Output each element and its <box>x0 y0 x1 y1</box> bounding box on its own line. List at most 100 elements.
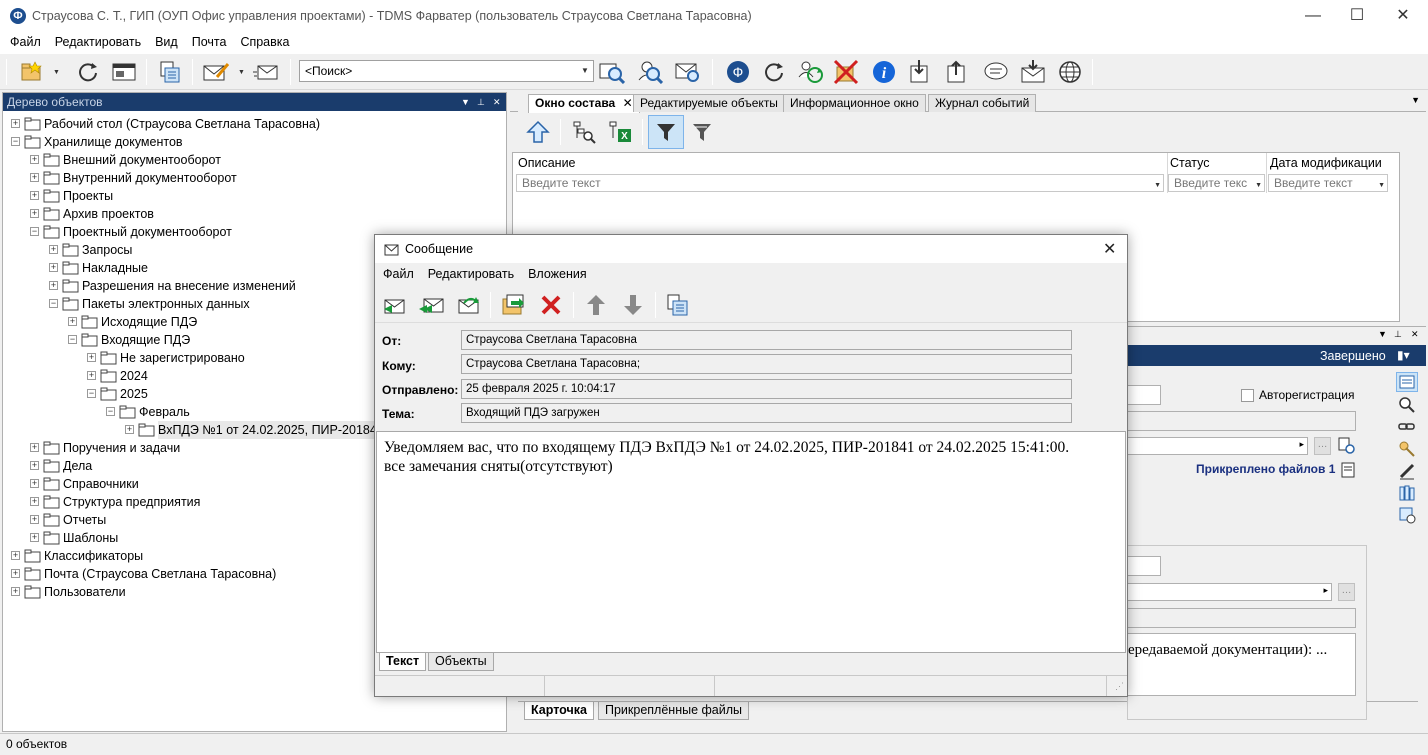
card-field-5[interactable]: ▸ <box>1127 583 1332 601</box>
home-up-icon[interactable] <box>524 118 552 146</box>
panel-menu-icon[interactable]: ▼ <box>461 93 470 111</box>
tree-item[interactable]: − Хранилище документов <box>3 133 503 151</box>
tab-text[interactable]: Текст <box>379 653 427 671</box>
menu-view[interactable]: Вид <box>148 32 185 52</box>
window-icon[interactable] <box>110 58 138 86</box>
card-field-5-browse[interactable]: … <box>1338 583 1355 601</box>
expand-icon[interactable]: + <box>30 191 39 200</box>
message-body[interactable]: Уведомляем вас, что по входящему ПДЭ ВхП… <box>376 431 1126 653</box>
card-settings-icon[interactable] <box>1398 506 1416 524</box>
card-view-icon[interactable] <box>1396 372 1418 392</box>
expand-icon[interactable]: + <box>49 263 58 272</box>
expand-icon[interactable]: + <box>125 425 134 434</box>
filter-description-input[interactable]: Введите текст ▼ <box>516 174 1164 192</box>
column-header-modified[interactable]: Дата модификации <box>1270 156 1382 170</box>
previous-arrow-icon[interactable] <box>582 291 610 319</box>
expand-icon[interactable]: + <box>30 533 39 542</box>
collapse-icon[interactable]: − <box>11 137 20 146</box>
pin-icon[interactable]: ⊥ <box>477 93 485 111</box>
info-icon[interactable]: i <box>870 58 898 86</box>
tree-item[interactable]: + Рабочий стол (Страусова Светлана Тарасо… <box>3 115 503 133</box>
expand-icon[interactable]: + <box>30 173 39 182</box>
delete-icon[interactable] <box>537 291 565 319</box>
expand-icon[interactable]: + <box>30 443 39 452</box>
tree-item[interactable]: + Проекты <box>3 187 503 205</box>
expand-icon[interactable]: + <box>30 461 39 470</box>
attached-files-count[interactable]: Прикреплено файлов 1 <box>1196 462 1335 476</box>
expand-icon[interactable]: + <box>30 515 39 524</box>
new-object-icon[interactable] <box>18 58 46 86</box>
panel-close-icon[interactable]: ✕ <box>493 93 501 111</box>
card-edit-icon[interactable] <box>1398 462 1416 480</box>
menu-help[interactable]: Справка <box>233 32 296 52</box>
reply-icon[interactable] <box>381 291 409 319</box>
expand-icon[interactable]: + <box>87 371 96 380</box>
collapse-icon[interactable]: − <box>49 299 58 308</box>
save-attachment-icon[interactable] <box>500 291 528 319</box>
filter-settings-icon[interactable] <box>688 118 716 146</box>
card-field-4[interactable] <box>1127 556 1161 576</box>
tab-card[interactable]: Карточка <box>524 702 594 720</box>
filter-modified-input[interactable]: Введите текст ▼ <box>1268 174 1388 192</box>
column-header-status[interactable]: Статус <box>1170 156 1210 170</box>
menu-edit[interactable]: Редактировать <box>48 32 148 52</box>
card-find-icon[interactable] <box>1398 396 1416 414</box>
tab-composition[interactable]: Окно состава ✕ <box>528 94 640 113</box>
refresh-icon[interactable] <box>74 58 102 86</box>
tdms-logo-icon[interactable]: Ф <box>724 58 752 86</box>
expand-icon[interactable]: + <box>11 569 20 578</box>
tab-attached-files[interactable]: Прикреплённые файлы <box>598 702 750 720</box>
expand-icon[interactable]: + <box>30 155 39 164</box>
tabs-menu-icon[interactable]: ▼ <box>1411 95 1420 105</box>
expand-icon[interactable]: + <box>11 551 20 560</box>
object-tree-icon[interactable] <box>155 58 183 86</box>
sync-icon[interactable] <box>760 58 788 86</box>
card-close-icon[interactable]: ✕ <box>1411 329 1419 340</box>
expand-icon[interactable]: + <box>11 119 20 128</box>
collapse-icon[interactable]: − <box>68 335 77 344</box>
filter-icon[interactable] <box>648 115 684 149</box>
maximize-button[interactable]: ☐ <box>1334 0 1380 32</box>
expand-icon[interactable]: + <box>30 497 39 506</box>
card-search-icon[interactable] <box>1338 437 1356 455</box>
minimize-button[interactable]: — <box>1290 0 1336 32</box>
tab-info-window[interactable]: Информационное окно <box>783 94 926 112</box>
download-doc-icon[interactable] <box>905 58 933 86</box>
card-link-icon[interactable] <box>1398 418 1416 436</box>
dialog-menu-attachments[interactable]: Вложения <box>521 263 594 285</box>
tab-event-log[interactable]: Журнал событий <box>928 94 1037 112</box>
card-field-3-browse[interactable]: … <box>1314 437 1331 455</box>
search-mail-icon[interactable] <box>674 58 702 86</box>
search-folder-icon[interactable] <box>598 58 626 86</box>
compose-mail-icon[interactable] <box>202 58 230 86</box>
expand-icon[interactable]: + <box>49 281 58 290</box>
upload-doc-icon[interactable] <box>942 58 970 86</box>
excel-export-icon[interactable]: X <box>606 118 634 146</box>
inbox-icon[interactable] <box>1019 58 1047 86</box>
send-mail-icon[interactable] <box>252 58 280 86</box>
close-button[interactable]: ✕ <box>1380 0 1426 32</box>
card-panel-menu-icon[interactable]: ▼ <box>1378 329 1387 339</box>
dialog-close-button[interactable]: ✕ <box>1103 239 1116 259</box>
card-status-icon[interactable]: ▮▾ <box>1397 348 1410 362</box>
users-sync-icon[interactable] <box>796 58 824 86</box>
expand-icon[interactable]: + <box>87 353 96 362</box>
autoreg-checkbox[interactable] <box>1241 389 1254 402</box>
card-key-icon[interactable] <box>1398 440 1416 458</box>
search-dropdown-icon[interactable]: ▼ <box>579 64 591 78</box>
card-field-6[interactable] <box>1127 608 1356 628</box>
card-field-2[interactable] <box>1127 411 1356 431</box>
search-user-icon[interactable] <box>636 58 664 86</box>
collapse-icon[interactable]: − <box>30 227 39 236</box>
expand-icon[interactable]: + <box>68 317 77 326</box>
tree-search-icon[interactable] <box>570 118 598 146</box>
tab-close-icon[interactable]: ✕ <box>623 96 633 110</box>
globe-icon[interactable] <box>1056 58 1084 86</box>
expand-icon[interactable]: + <box>30 209 39 218</box>
column-header-description[interactable]: Описание <box>518 156 576 170</box>
menu-mail[interactable]: Почта <box>185 32 234 52</box>
next-arrow-icon[interactable] <box>619 291 647 319</box>
expand-icon[interactable]: + <box>11 587 20 596</box>
collapse-icon[interactable]: − <box>87 389 96 398</box>
card-field-3[interactable]: ▸ <box>1127 437 1308 455</box>
